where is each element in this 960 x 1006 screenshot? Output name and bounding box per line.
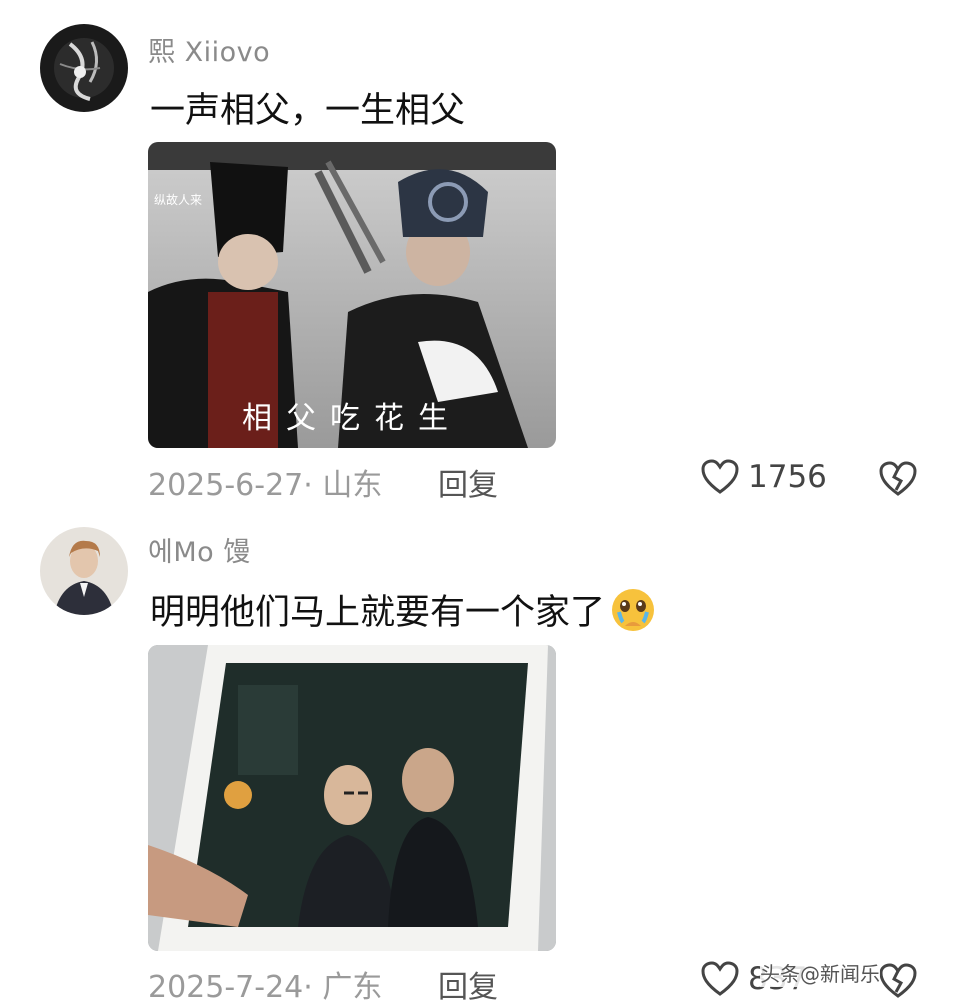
- dislike-button[interactable]: [878, 460, 918, 502]
- reply-button[interactable]: 回复: [438, 962, 498, 1006]
- comment-image[interactable]: 纵故人来 相父吃花生: [148, 142, 556, 448]
- broken-heart-icon: [879, 963, 917, 998]
- username[interactable]: 에Mo 馒: [148, 530, 251, 569]
- comment-meta: 2025-6-27· 山东: [148, 468, 383, 503]
- user-avatar[interactable]: [40, 24, 128, 112]
- image-caption: 相父吃花生: [242, 401, 462, 436]
- comment-text: 明明他们马上就要有一个家了: [150, 584, 657, 643]
- heart-outline-icon: [701, 961, 739, 996]
- reply-button[interactable]: 回复: [438, 460, 498, 504]
- username[interactable]: 熙 Xiiovo: [148, 30, 270, 69]
- dislike-button[interactable]: [878, 962, 918, 1004]
- heart-outline-icon: [701, 459, 739, 494]
- watermark: 头条@新闻乐: [760, 958, 880, 987]
- broken-heart-icon: [879, 461, 917, 496]
- like-count: 1756: [748, 459, 827, 495]
- image-corner-text: 纵故人来: [154, 192, 202, 207]
- comment-text: 一声相父，一生相父: [150, 91, 466, 131]
- crying-face-emoji-icon: [609, 586, 657, 643]
- comment-meta: 2025-7-24· 广东: [148, 970, 383, 1005]
- comment-image[interactable]: [148, 645, 556, 951]
- comment-text-body: 明明他们马上就要有一个家了: [150, 593, 606, 633]
- person-photo-avatar-icon: [40, 527, 128, 615]
- like-button[interactable]: 1756: [700, 458, 827, 496]
- dark-abstract-avatar-icon: [40, 24, 128, 112]
- user-avatar[interactable]: [40, 527, 128, 615]
